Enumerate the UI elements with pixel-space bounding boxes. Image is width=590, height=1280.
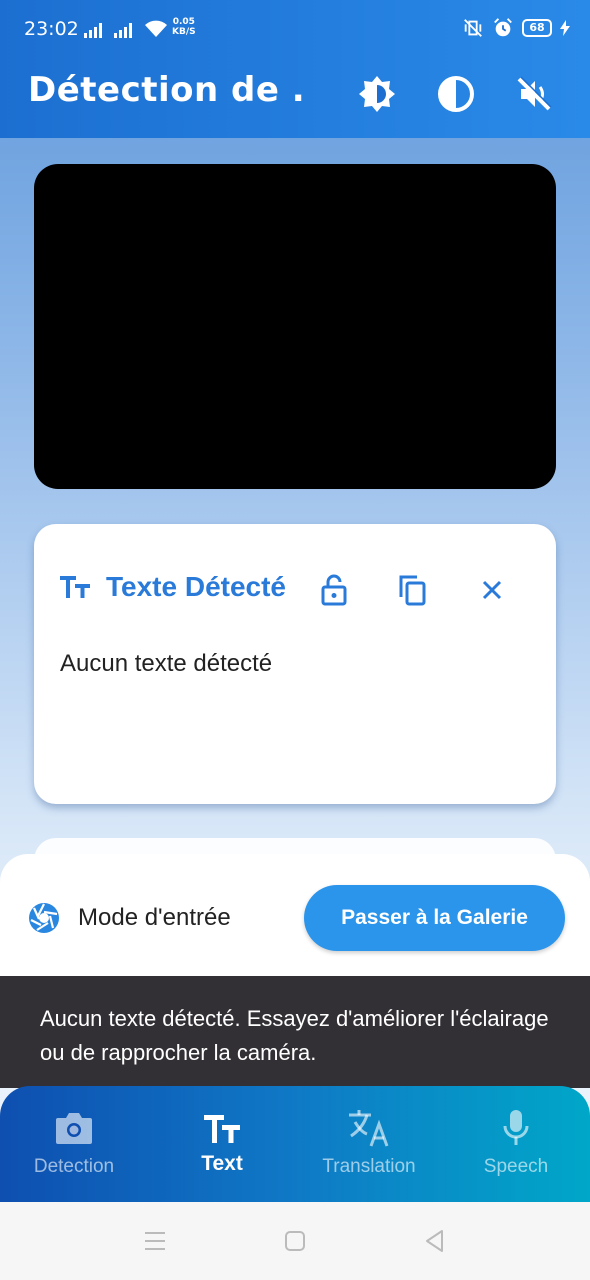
nav-label-translation: Translation: [322, 1156, 416, 1177]
page-title: Détection de ...: [28, 70, 308, 110]
copy-icon: [399, 575, 426, 606]
nav-label-speech: Speech: [483, 1156, 549, 1177]
brightness-button[interactable]: [355, 72, 399, 116]
input-mode-label: Mode d'entrée: [78, 904, 231, 931]
status-time: 23:02: [24, 18, 79, 40]
close-icon: [482, 580, 502, 600]
sound-toggle-button[interactable]: [512, 72, 556, 116]
network-speed-unit: KB/S: [172, 27, 196, 37]
camera-icon: [56, 1113, 92, 1144]
lock-open-icon: [321, 574, 347, 606]
back-icon[interactable]: [422, 1228, 448, 1254]
lock-button[interactable]: [312, 568, 356, 612]
nav-item-speech[interactable]: Speech: [442, 1086, 590, 1202]
snackbar-message: Aucun texte détecté. Essayez d'améliorer…: [40, 1006, 549, 1065]
mic-icon: [503, 1110, 529, 1145]
detected-text-card: Texte Détecté Aucun texte détecté: [34, 524, 556, 804]
nav-item-translation[interactable]: Translation: [295, 1086, 443, 1202]
nav-label-text: Text: [201, 1152, 243, 1175]
volume-off-icon: [517, 76, 552, 111]
home-icon[interactable]: [282, 1228, 308, 1254]
status-bar: 23:02 0.05 KB/S 68: [0, 0, 590, 60]
bottom-navigation: Detection Text Translation Speech: [0, 1086, 590, 1202]
detected-text-content: Aucun texte détecté: [60, 650, 273, 677]
charging-icon: [560, 20, 570, 36]
input-mode-panel: Mode d'entrée Passer à la Galerie: [0, 854, 590, 990]
translate-icon: [349, 1110, 389, 1147]
alarm-icon: [494, 18, 512, 37]
copy-button[interactable]: [390, 568, 434, 612]
network-speed: 0.05 KB/S: [172, 17, 196, 37]
signal-icon: [84, 22, 102, 38]
app-bar: Détection de ...: [0, 60, 590, 138]
brightness-icon: [359, 76, 395, 112]
nav-item-detection[interactable]: Detection: [0, 1086, 148, 1202]
nav-label-detection: Detection: [33, 1156, 115, 1177]
switch-to-gallery-button[interactable]: Passer à la Galerie: [304, 885, 565, 951]
signal-icon: [114, 22, 132, 38]
network-speed-value: 0.05: [172, 17, 195, 27]
wifi-icon: [145, 20, 167, 37]
clear-button[interactable]: [470, 568, 514, 612]
camera-preview[interactable]: [34, 164, 556, 489]
battery-indicator: 68: [522, 19, 552, 37]
text-fields-icon: [60, 576, 90, 598]
contrast-button[interactable]: [434, 72, 478, 116]
camera-shutter-icon: [29, 903, 59, 933]
snackbar: Aucun texte détecté. Essayez d'améliorer…: [0, 976, 590, 1088]
menu-icon[interactable]: [142, 1228, 168, 1254]
card-title: Texte Détecté: [106, 571, 287, 602]
system-navigation-bar: [0, 1202, 590, 1280]
nav-item-text[interactable]: Text: [148, 1086, 296, 1202]
contrast-icon: [438, 76, 474, 112]
vibrate-icon: [464, 19, 482, 37]
text-fields-icon: [204, 1115, 240, 1143]
